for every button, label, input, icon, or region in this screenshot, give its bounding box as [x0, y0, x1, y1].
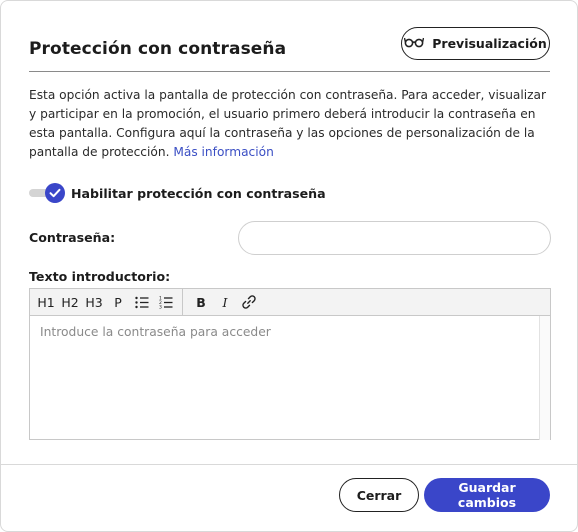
numbered-list-icon: 1 2 3	[159, 296, 173, 310]
bullet-list-button[interactable]	[130, 291, 154, 313]
description-text: Esta opción activa la pantalla de protec…	[29, 88, 547, 159]
glasses-icon	[404, 36, 425, 51]
password-label: Contraseña:	[29, 230, 116, 245]
editor-scrollbar[interactable]	[539, 316, 550, 440]
header-divider	[29, 71, 550, 72]
bold-button[interactable]: B	[189, 291, 213, 313]
toolbar-separator	[182, 289, 183, 315]
editor-toolbar: H1 H2 H3 P 1 2 3 B I	[30, 289, 550, 316]
intro-text-label: Texto introductorio:	[29, 269, 171, 284]
bullet-list-icon	[135, 296, 149, 308]
paragraph-button[interactable]: P	[106, 291, 130, 313]
more-info-link[interactable]: Más información	[173, 145, 273, 159]
toggle-knob	[45, 183, 65, 203]
password-input[interactable]	[238, 221, 551, 255]
save-button[interactable]: Guardar cambios	[424, 478, 550, 512]
enable-protection-toggle[interactable]	[29, 183, 65, 203]
link-icon	[242, 295, 256, 309]
italic-button[interactable]: I	[213, 291, 237, 313]
heading1-button[interactable]: H1	[34, 291, 58, 313]
editor-content-area[interactable]: Introduce la contraseña para acceder	[30, 316, 550, 440]
enable-protection-label: Habilitar protección con contraseña	[71, 185, 326, 201]
footer-divider	[1, 464, 577, 465]
editor-placeholder: Introduce la contraseña para acceder	[40, 325, 271, 339]
intro-text-editor: H1 H2 H3 P 1 2 3 B I Introduce la contra…	[29, 288, 551, 440]
numbered-list-button[interactable]: 1 2 3	[154, 291, 178, 313]
svg-text:3: 3	[159, 305, 162, 310]
preview-button-label: Previsualización	[432, 36, 547, 51]
check-icon	[49, 188, 61, 198]
password-protection-modal: Protección con contraseña Previsualizaci…	[0, 0, 578, 532]
description: Esta opción activa la pantalla de protec…	[29, 86, 551, 162]
modal-title: Protección con contraseña	[29, 39, 287, 59]
enable-protection-row: Habilitar protección con contraseña	[29, 183, 326, 203]
link-button[interactable]	[237, 291, 261, 313]
close-button[interactable]: Cerrar	[339, 478, 419, 512]
heading3-button[interactable]: H3	[82, 291, 106, 313]
heading2-button[interactable]: H2	[58, 291, 82, 313]
preview-button[interactable]: Previsualización	[401, 27, 550, 60]
